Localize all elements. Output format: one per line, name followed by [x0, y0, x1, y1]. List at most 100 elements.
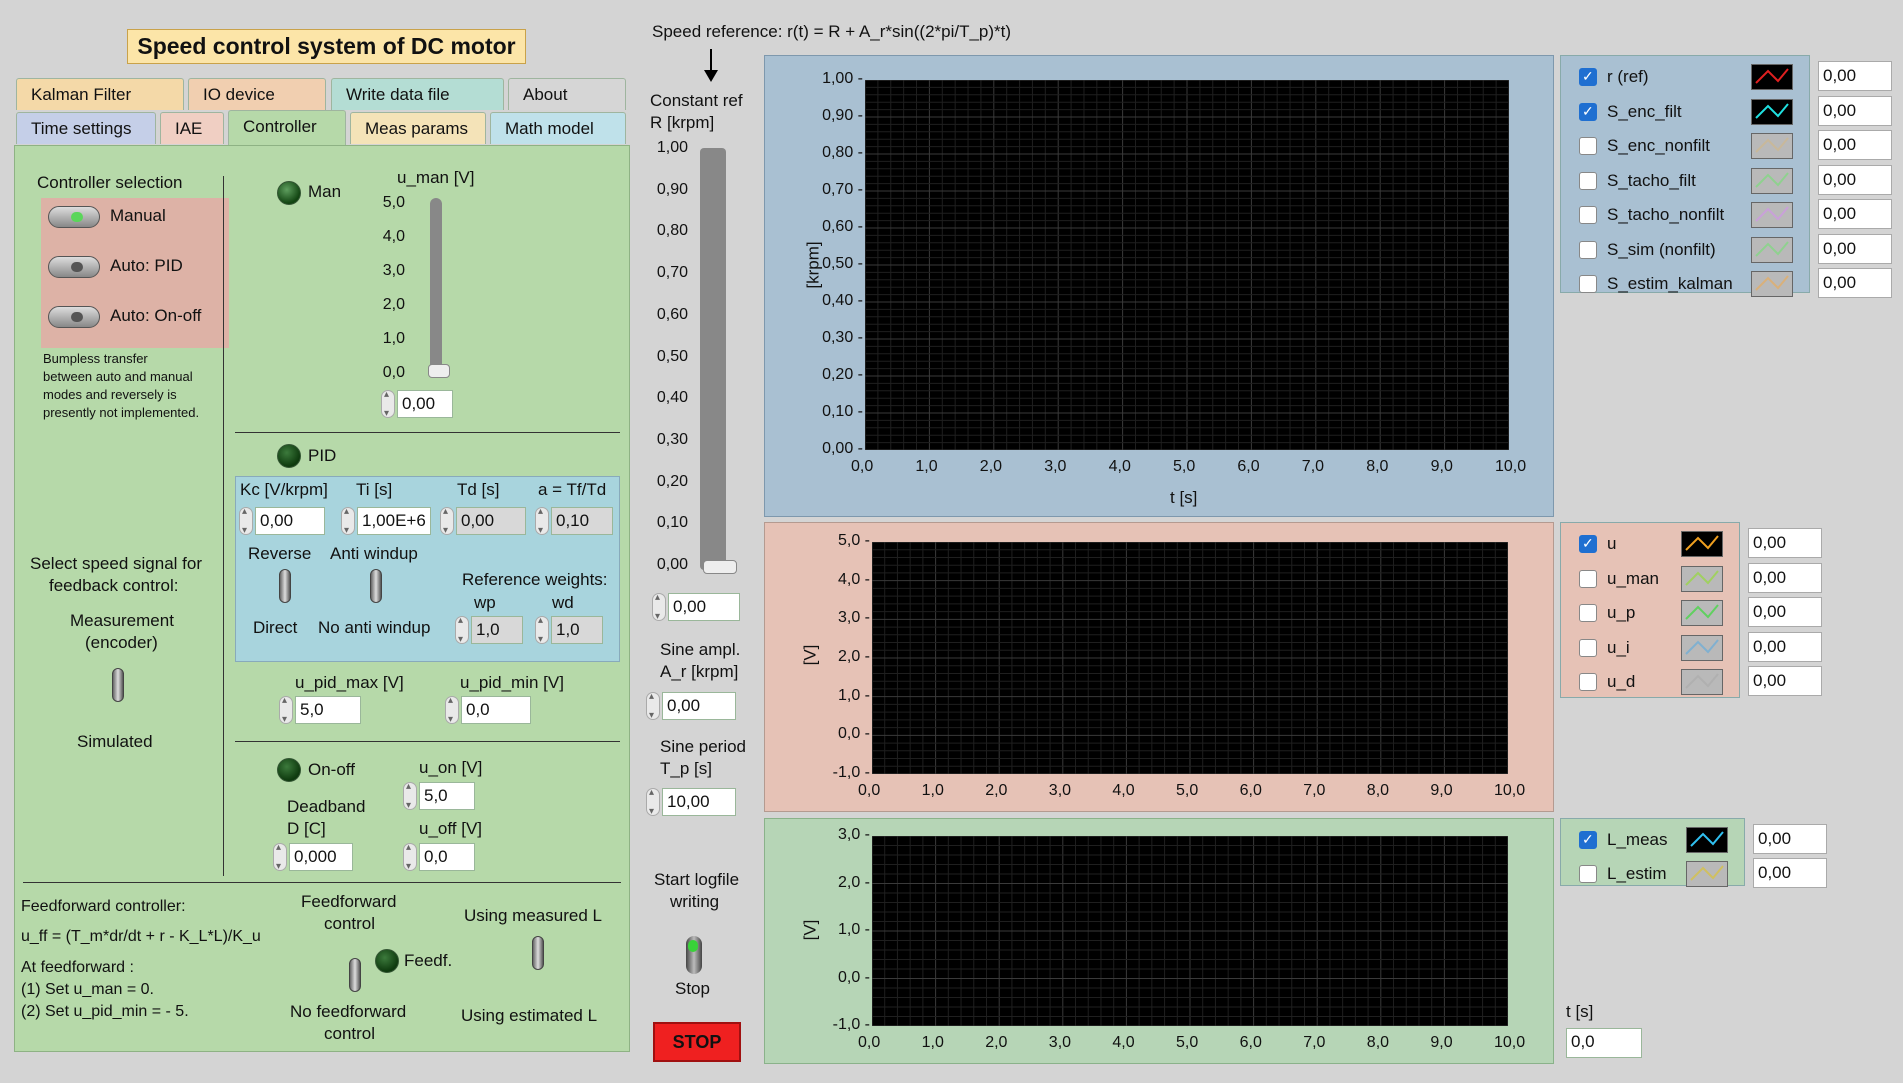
- y-tick-label: 0,50 -: [822, 255, 863, 272]
- series-plot-style-swatch[interactable]: [1681, 531, 1723, 557]
- tab-meas-params[interactable]: Meas params: [350, 112, 486, 144]
- series-checkbox[interactable]: [1579, 865, 1597, 883]
- wd-label: wd: [552, 593, 574, 612]
- reverse-direct-toggle[interactable]: [279, 569, 291, 603]
- time-input[interactable]: 0,0: [1566, 1028, 1642, 1058]
- series-checkbox[interactable]: [1579, 68, 1597, 86]
- series-plot-style-swatch[interactable]: [1686, 827, 1728, 853]
- series-checkbox[interactable]: [1579, 604, 1597, 622]
- u-man-input[interactable]: 0,00: [397, 390, 453, 418]
- load-chart-plot[interactable]: [871, 835, 1509, 1027]
- tab-write-data-file[interactable]: Write data file: [331, 78, 504, 110]
- tab-kalman-filter[interactable]: Kalman Filter: [16, 78, 184, 110]
- x-tick-label: 5,0: [1176, 1034, 1199, 1051]
- u-man-slider-track[interactable]: [430, 198, 442, 378]
- logfile-switch[interactable]: [686, 936, 702, 974]
- series-checkbox[interactable]: [1579, 275, 1597, 293]
- u-man-tick: 3,0: [382, 262, 405, 279]
- wd-spinner[interactable]: [535, 615, 549, 645]
- tab-about[interactable]: About: [508, 78, 626, 110]
- deadband-spinner[interactable]: [273, 842, 287, 872]
- series-plot-style-swatch[interactable]: [1751, 202, 1793, 228]
- tab-math-model[interactable]: Math model: [490, 112, 626, 144]
- a-spinner[interactable]: [535, 506, 549, 536]
- auto-onoff-radio[interactable]: [48, 306, 100, 328]
- ff-toggle[interactable]: [349, 958, 361, 992]
- series-checkbox[interactable]: [1579, 102, 1597, 121]
- td-spinner[interactable]: [440, 506, 454, 536]
- series-plot-style-swatch[interactable]: [1751, 98, 1793, 125]
- u-on-spinner[interactable]: [403, 781, 417, 811]
- const-ref-input[interactable]: 0,00: [668, 593, 740, 621]
- series-checkbox[interactable]: [1579, 206, 1597, 224]
- td-input[interactable]: 0,00: [456, 507, 526, 535]
- speed-chart-plot[interactable]: [864, 79, 1510, 451]
- sine-ampl-spinner[interactable]: [646, 691, 660, 721]
- u-off-input[interactable]: 0,0: [419, 843, 475, 871]
- series-checkbox[interactable]: [1579, 638, 1597, 657]
- tab-io-device[interactable]: IO device: [188, 78, 326, 110]
- u-pid-min-spinner[interactable]: [445, 695, 459, 725]
- series-plot-style-swatch[interactable]: [1751, 236, 1793, 263]
- tab-controller[interactable]: Controller: [228, 110, 346, 146]
- onoff-led: [277, 758, 301, 782]
- series-checkbox[interactable]: [1579, 137, 1597, 155]
- kc-spinner[interactable]: [239, 506, 253, 536]
- tab-iae[interactable]: IAE: [160, 112, 224, 144]
- l-source-toggle[interactable]: [532, 936, 544, 970]
- series-plot-style-swatch[interactable]: [1681, 669, 1723, 695]
- y-tick-label: 0,80 -: [822, 144, 863, 161]
- kc-input[interactable]: 0,00: [255, 507, 325, 535]
- sine-ampl-input[interactable]: 0,00: [662, 692, 736, 720]
- ff-led: [375, 949, 399, 973]
- const-ref-slider-track[interactable]: [700, 148, 726, 570]
- y-tick-label: 0,30 -: [822, 329, 863, 346]
- series-value: 0,00: [1818, 268, 1892, 298]
- series-checkbox[interactable]: [1579, 171, 1597, 190]
- y-tick-label: 0,40 -: [822, 292, 863, 309]
- ff-control-label-1: Feedforward: [301, 892, 397, 911]
- ti-spinner[interactable]: [341, 506, 355, 536]
- wp-input[interactable]: 1,0: [471, 616, 523, 644]
- u-pid-max-input[interactable]: 5,0: [295, 696, 361, 724]
- series-plot-style-swatch[interactable]: [1681, 565, 1723, 592]
- deadband-input[interactable]: 0,000: [289, 843, 353, 871]
- tab-time-settings[interactable]: Time settings: [16, 112, 156, 144]
- series-checkbox[interactable]: [1579, 535, 1597, 553]
- voltage-chart-plot[interactable]: [871, 541, 1509, 775]
- wp-spinner[interactable]: [455, 615, 469, 645]
- series-value: 0,00: [1818, 164, 1892, 195]
- speed-signal-toggle[interactable]: [112, 668, 124, 702]
- sine-period-spinner[interactable]: [646, 787, 660, 817]
- const-ref-slider-handle[interactable]: [703, 560, 737, 574]
- u-on-input[interactable]: 5,0: [419, 782, 475, 810]
- series-plot-style-swatch[interactable]: [1751, 133, 1793, 159]
- ti-input[interactable]: 1,00E+6: [357, 507, 431, 535]
- stop-button[interactable]: STOP: [653, 1022, 741, 1062]
- x-tick-label: 5,0: [1176, 782, 1199, 799]
- series-plot-style-swatch[interactable]: [1751, 167, 1793, 194]
- series-plot-style-swatch[interactable]: [1751, 64, 1793, 90]
- auto-pid-radio[interactable]: [48, 256, 100, 278]
- series-checkbox[interactable]: [1579, 831, 1597, 849]
- series-checkbox[interactable]: [1579, 673, 1597, 691]
- y-tick-label: -1,0 -: [832, 1016, 870, 1033]
- u-pid-max-spinner[interactable]: [279, 695, 293, 725]
- series-plot-style-swatch[interactable]: [1681, 600, 1723, 626]
- anti-windup-toggle[interactable]: [370, 569, 382, 603]
- sine-period-input[interactable]: 10,00: [662, 788, 736, 816]
- u-pid-min-input[interactable]: 0,0: [461, 696, 531, 724]
- series-plot-style-swatch[interactable]: [1686, 861, 1728, 887]
- a-input[interactable]: 0,10: [551, 507, 613, 535]
- logfile-label-2: writing: [670, 892, 720, 911]
- series-checkbox[interactable]: [1579, 240, 1597, 259]
- wd-input[interactable]: 1,0: [551, 616, 603, 644]
- u-man-spinner[interactable]: [381, 389, 395, 419]
- u-off-spinner[interactable]: [403, 842, 417, 872]
- series-checkbox[interactable]: [1579, 569, 1597, 588]
- series-plot-style-swatch[interactable]: [1681, 634, 1723, 661]
- manual-radio[interactable]: [48, 206, 100, 228]
- const-ref-spinner[interactable]: [652, 592, 666, 622]
- series-plot-style-swatch[interactable]: [1751, 271, 1793, 297]
- u-man-slider-handle[interactable]: [428, 364, 450, 378]
